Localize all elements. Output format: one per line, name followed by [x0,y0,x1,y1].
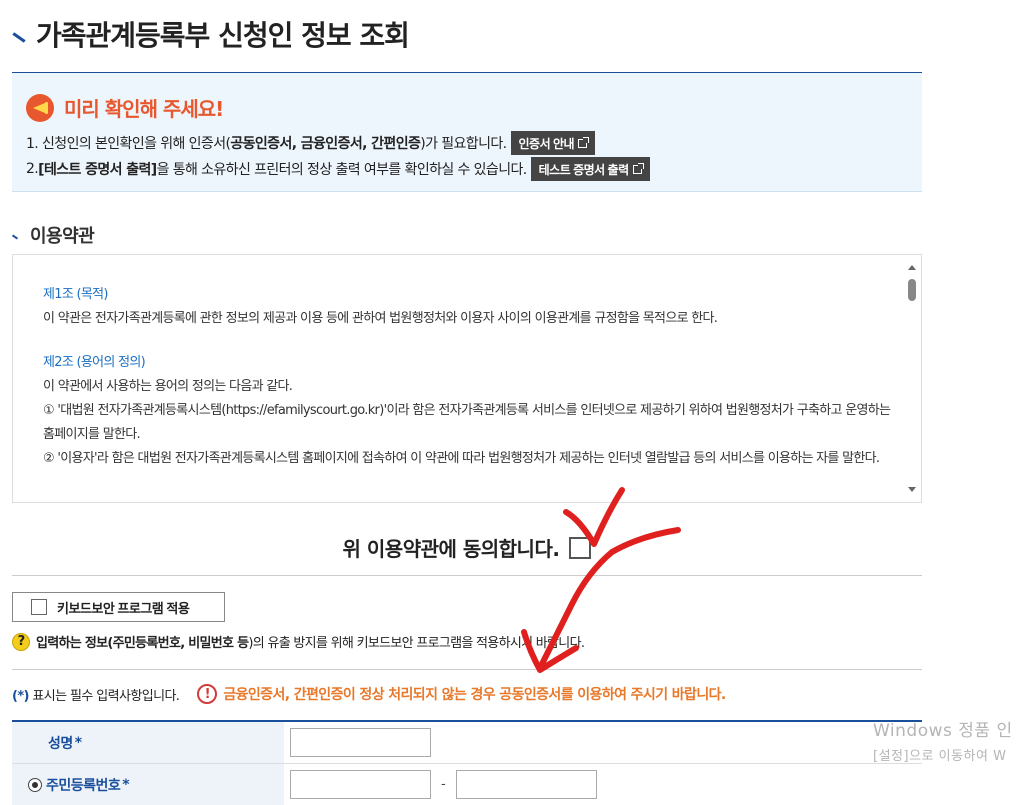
terms-section-title-text: 이용약관 [30,226,95,247]
megaphone-icon [26,93,54,122]
article-2-body: 이 약관에서 사용하는 용어의 정의는 다음과 같다. [43,379,293,394]
notice-box: 미리 확인해 주세요! 1. 신청인의 본인확인을 위해 인증서(공동인증서, … [12,72,922,192]
kb-note-text-a: 입력하는 정보( [36,636,113,651]
certificate-guide-label: 인증서 안내 [518,136,575,151]
agree-label[interactable]: 위 이용약관에 동의합니다. [343,533,560,562]
article-2-item-2: ② '이용자'라 함은 대법원 전자가족관계등록시스템 홈페이지에 접속하여 이… [43,451,880,466]
terms-content: 제1조 (목적) 이 약관은 전자가족관계등록에 관한 정보의 제공과 이용 등… [43,283,898,471]
notice-line1-text-a: 1. 신청인의 본인확인을 위해 인증서( [26,136,231,152]
article-2-item-1: ① '대법원 전자가족관계등록시스템(https://efamilyscourt… [43,403,891,442]
notice-line-1: 1. 신청인의 본인확인을 위해 인증서(공동인증서, 금융인증서, 간편인증)… [26,131,596,155]
article-1-title: 제1조 (목적) [43,287,108,302]
page-title: 가족관계등록부 신청인 정보 조회 [12,14,410,54]
required-note-text: 표시는 필수 입력사항입니다. [28,688,180,704]
required-mark: (*) [12,688,29,704]
notice-head: 미리 확인해 주세요! [26,93,224,122]
required-note: (*) 표시는 필수 입력사항입니다. [12,685,180,704]
terms-scrollbar[interactable] [904,255,921,502]
notice-line-2: 2. [테스트 증명서 출력] 을 통해 소유하신 프린터의 정상 출력 여부를 … [26,157,650,181]
keyboard-security-label: 키보드보안 프로그램 적용 [57,600,190,616]
required-row: (*) 표시는 필수 입력사항입니다. ! 금융인증서, 간편인증이 정상 처리되… [12,684,726,704]
rrn-label: 주민등록번호 * [12,764,284,805]
kb-note-text-c: )의 유출 방지를 위해 키보드보안 프로그램을 적용하시기 바랍니다. [248,636,585,651]
notice-line1-text-b: 공동인증서, 금융인증서, 간편인증 [230,136,421,152]
article-2-title: 제2조 (용어의 정의) [43,355,146,370]
watermark-line1: Windows 정품 인 [873,721,1013,741]
external-link-icon [632,162,644,174]
keyboard-security-checkbox[interactable] [31,599,47,615]
notice-line2-text-c: 을 통해 소유하신 프린터의 정상 출력 여부를 확인하실 수 있습니다. [156,162,528,178]
name-required-mark: * [74,734,82,751]
form-row-rrn: 주민등록번호 * - [12,764,922,805]
scroll-thumb[interactable] [908,279,916,301]
external-link-icon [578,136,590,148]
keyboard-security-note: ? 입력하는 정보(주민등록번호, 비밀번호 등)의 유출 방지를 위해 키보드… [12,632,585,651]
keyboard-security-button[interactable]: 키보드보안 프로그램 적용 [12,592,225,622]
section-tick-icon [11,234,19,240]
notice-line1-text-c: )가 필요합니다. [420,136,507,152]
rrn-back-input[interactable] [455,770,597,799]
notice-line2-text-b: [테스트 증명서 출력] [38,162,157,178]
auth-warning: ! 금융인증서, 간편인증이 정상 처리되지 않는 경우 공동인증서를 이용하여 … [197,684,726,704]
rrn-required-mark: * [122,776,130,793]
rrn-label-text: 주민등록번호 [46,777,121,794]
rrn-radio[interactable] [28,777,42,792]
terms-section-title: 이용약관 [11,222,95,248]
terms-scroll-box[interactable]: 제1조 (목적) 이 약관은 전자가족관계등록에 관한 정보의 제공과 이용 등… [12,254,922,503]
certificate-guide-button[interactable]: 인증서 안내 [510,131,596,155]
agree-checkbox[interactable] [569,536,592,559]
notice-line2-text-a: 2. [26,161,39,177]
article-1-body: 이 약관은 전자가족관계등록에 관한 정보의 제공과 이용 등에 관하여 법원행… [43,311,718,326]
rrn-front-input[interactable] [290,770,431,799]
scroll-down-arrow-icon[interactable] [908,487,916,492]
test-print-label: 테스트 증명서 출력 [538,162,630,177]
auth-warning-text: 금융인증서, 간편인증이 정상 처리되지 않는 경우 공동인증서를 이용하여 주… [223,687,726,703]
watermark-line2: [설정]으로 이동하여 W [873,749,1007,764]
divider [12,669,922,670]
agree-row: 위 이용약관에 동의합니다. [12,520,922,576]
rrn-separator: - [441,777,446,792]
title-tick-icon [12,31,26,43]
notice-title: 미리 확인해 주세요! [64,97,224,121]
form-row-name: 성명 * [12,722,922,764]
name-input[interactable] [290,728,431,757]
question-icon: ? [12,632,30,651]
page-title-text: 가족관계등록부 신청인 정보 조회 [36,19,410,52]
name-label-text: 성명 [48,735,73,752]
windows-activation-watermark: Windows 정품 인 [설정]으로 이동하여 W [873,716,1013,764]
test-print-button[interactable]: 테스트 증명서 출력 [530,157,650,181]
scroll-up-arrow-icon[interactable] [908,265,916,270]
alert-icon: ! [197,684,218,704]
kb-note-text-b: 주민등록번호, 비밀번호 등 [112,636,249,651]
name-label: 성명 * [12,722,284,763]
applicant-form: 성명 * 주민등록번호 * - [12,720,922,805]
name-cell [284,722,922,763]
rrn-cell: - [284,764,922,805]
